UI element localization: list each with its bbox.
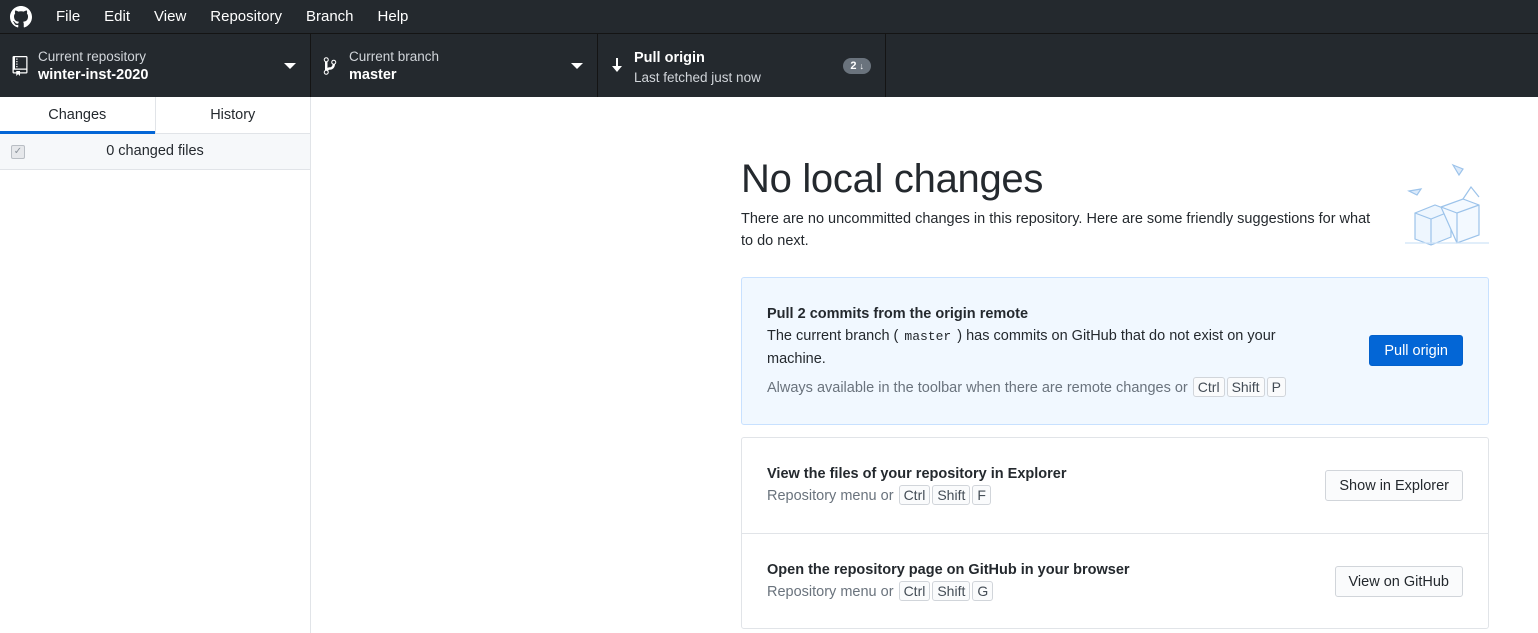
repository-name: winter-inst-2020 — [38, 67, 149, 83]
branch-selector[interactable]: Current branch master — [311, 34, 598, 97]
main-panel: No local changes There are no uncommitte… — [311, 97, 1538, 633]
github-title: Open the repository page on GitHub in yo… — [767, 562, 1130, 578]
suggestions-card: View the files of your repository in Exp… — [741, 437, 1489, 629]
pull-card-body: The current branch ( master ) has commit… — [767, 325, 1327, 371]
view-on-github-button[interactable]: View on GitHub — [1334, 566, 1463, 597]
paper-boxes-illustration — [1401, 157, 1493, 253]
github-logo-icon — [10, 5, 32, 28]
pull-title: Pull origin — [634, 50, 705, 66]
chevron-down-icon — [571, 63, 583, 69]
menu-view[interactable]: View — [142, 0, 198, 33]
branch-label: Current branch — [349, 49, 440, 64]
kbd-p: P — [1266, 377, 1286, 397]
kbd-ctrl: Ctrl — [898, 581, 931, 601]
chevron-down-icon — [284, 63, 296, 69]
sidebar: Changes History ✓ 0 changed files — [0, 97, 311, 633]
sidebar-tabs: Changes History — [0, 97, 310, 134]
menu-repository[interactable]: Repository — [198, 0, 294, 33]
branch-icon — [323, 56, 339, 76]
kbd-ctrl: Ctrl — [1192, 377, 1225, 397]
menu-help[interactable]: Help — [366, 0, 421, 33]
explorer-title: View the files of your repository in Exp… — [767, 466, 1067, 482]
changed-files-count: 0 changed files — [106, 143, 204, 159]
commit-count: 2 — [850, 60, 857, 72]
repository-label: Current repository — [38, 49, 147, 64]
kbd-shift: Shift — [1226, 377, 1265, 397]
intro-text: There are no uncommitted changes in this… — [741, 211, 1371, 249]
github-hint-text: Repository menu or — [767, 584, 894, 600]
repository-selector[interactable]: Current repository winter-inst-2020 — [0, 34, 311, 97]
pull-card-body-start: The current branch ( — [767, 328, 899, 344]
repo-icon — [12, 56, 28, 76]
explorer-hint: Repository menu or Ctrl Shift F — [767, 485, 1066, 505]
kbd-shift: Shift — [932, 581, 971, 601]
checkbox-icon[interactable]: ✓ — [11, 145, 25, 159]
changed-files-header: ✓ 0 changed files — [0, 134, 310, 170]
arrow-down-icon — [612, 58, 628, 78]
kbd-shift: Shift — [932, 485, 971, 505]
github-hint: Repository menu or Ctrl Shift G — [767, 581, 1130, 601]
tab-history[interactable]: History — [154, 97, 311, 133]
menu-file[interactable]: File — [44, 0, 92, 33]
pull-hint-text: Always available in the toolbar when the… — [767, 380, 1188, 396]
branch-name-code: master — [904, 329, 952, 344]
kbd-g: G — [972, 581, 994, 601]
toolbar: Current repository winter-inst-2020 Curr… — [0, 34, 1538, 97]
pull-origin-button[interactable]: Pull origin Last fetched just now 2 ↓ — [598, 34, 886, 97]
explorer-row: View the files of your repository in Exp… — [742, 438, 1488, 533]
pull-card-hint: Always available in the toolbar when the… — [767, 377, 1327, 397]
page-title: No local changes — [741, 157, 1044, 201]
pull-card-title: Pull 2 commits from the origin remote — [767, 306, 1029, 322]
menu-edit[interactable]: Edit — [92, 0, 142, 33]
github-row: Open the repository page on GitHub in yo… — [742, 533, 1488, 629]
menu-bar: File Edit View Repository Branch Help — [0, 0, 1538, 34]
pull-origin-card-button[interactable]: Pull origin — [1369, 335, 1463, 366]
show-in-explorer-button[interactable]: Show in Explorer — [1325, 470, 1463, 501]
branch-name: master — [349, 67, 397, 83]
tab-changes[interactable]: Changes — [0, 97, 155, 134]
last-fetched: Last fetched just now — [634, 70, 761, 85]
commit-count-badge: 2 ↓ — [843, 58, 871, 74]
kbd-ctrl: Ctrl — [898, 485, 931, 505]
menu-branch[interactable]: Branch — [294, 0, 366, 33]
explorer-hint-text: Repository menu or — [767, 488, 894, 504]
pull-suggestion-card: Pull 2 commits from the origin remote Th… — [741, 277, 1489, 425]
kbd-f: F — [972, 485, 991, 505]
arrow-down-icon: ↓ — [859, 61, 865, 71]
